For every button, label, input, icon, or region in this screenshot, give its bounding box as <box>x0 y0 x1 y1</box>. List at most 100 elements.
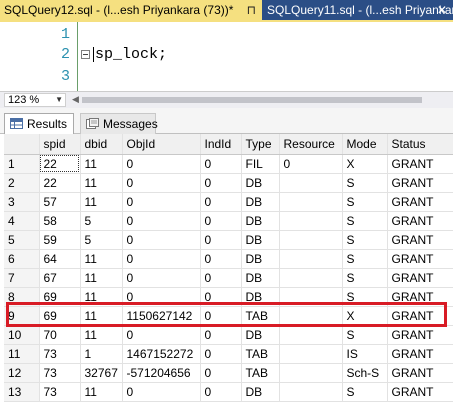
grid-cell[interactable]: 11 <box>80 382 123 402</box>
column-header-dbid[interactable]: dbid <box>80 134 123 155</box>
table-row[interactable]: 11 73 1 1467152272 0 TAB IS GRANT <box>4 344 453 364</box>
grid-cell[interactable]: 0 <box>122 192 201 212</box>
grid-cell[interactable]: 57 <box>39 192 81 212</box>
table-row[interactable]: 1 22 11 0 0 FIL 0 X GRANT <box>4 154 453 174</box>
grid-cell[interactable]: 0 <box>122 230 201 250</box>
grid-cell[interactable]: 73 <box>39 344 81 364</box>
grid-cell[interactable]: 0 <box>122 173 201 193</box>
grid-cell[interactable] <box>279 363 343 383</box>
table-row[interactable]: 13 73 11 0 0 DB S GRANT <box>4 382 453 402</box>
row-number[interactable]: 7 <box>4 268 40 288</box>
grid-cell[interactable]: 0 <box>122 211 201 231</box>
table-row[interactable]: 9 69 11 1150627142 0 TAB X GRANT <box>4 306 453 326</box>
grid-cell[interactable] <box>279 287 343 307</box>
grid-cell[interactable]: GRANT <box>387 249 453 269</box>
grid-cell[interactable]: DB <box>241 249 280 269</box>
grid-cell[interactable]: DB <box>241 173 280 193</box>
grid-cell[interactable]: IS <box>342 344 388 364</box>
grid-cell[interactable]: 67 <box>39 268 81 288</box>
row-number[interactable]: 4 <box>4 211 40 231</box>
grid-cell[interactable]: GRANT <box>387 306 453 326</box>
grid-cell[interactable]: 5 <box>80 230 123 250</box>
grid-cell[interactable]: 1467152272 <box>122 344 201 364</box>
grid-cell[interactable]: 0 <box>200 249 242 269</box>
grid-cell[interactable] <box>279 192 343 212</box>
grid-cell[interactable]: 0 <box>200 363 242 383</box>
table-row[interactable]: 4 58 5 0 0 DB S GRANT <box>4 211 453 231</box>
grid-cell[interactable]: GRANT <box>387 173 453 193</box>
table-row[interactable]: 10 70 11 0 0 DB S GRANT <box>4 325 453 345</box>
table-row[interactable]: 3 57 11 0 0 DB S GRANT <box>4 192 453 212</box>
column-header-type[interactable]: Type <box>241 134 280 155</box>
grid-cell[interactable]: X <box>342 306 388 326</box>
grid-cell[interactable]: 69 <box>39 306 81 326</box>
grid-cell[interactable]: S <box>342 325 388 345</box>
grid-cell[interactable] <box>279 249 343 269</box>
grid-cell[interactable]: 0 <box>122 382 201 402</box>
grid-cell[interactable]: GRANT <box>387 211 453 231</box>
grid-cell[interactable] <box>279 344 343 364</box>
grid-cell[interactable]: S <box>342 230 388 250</box>
row-number[interactable]: 10 <box>4 325 40 345</box>
grid-cell[interactable]: 11 <box>80 325 123 345</box>
tab-results[interactable]: Results <box>4 113 74 134</box>
grid-cell[interactable]: S <box>342 287 388 307</box>
close-icon[interactable]: ✕ <box>437 0 447 20</box>
grid-cell[interactable]: 59 <box>39 230 81 250</box>
grid-cell[interactable]: GRANT <box>387 287 453 307</box>
grid-cell[interactable]: 11 <box>80 249 123 269</box>
grid-cell[interactable]: 11 <box>80 192 123 212</box>
grid-cell[interactable]: GRANT <box>387 382 453 402</box>
grid-cell[interactable]: 0 <box>200 173 242 193</box>
corner-header[interactable] <box>4 134 40 155</box>
grid-cell[interactable]: 0 <box>200 325 242 345</box>
column-header-spid[interactable]: spid <box>39 134 81 155</box>
grid-cell[interactable]: DB <box>241 192 280 212</box>
grid-cell[interactable]: S <box>342 192 388 212</box>
grid-cell[interactable]: 73 <box>39 382 81 402</box>
row-number[interactable]: 6 <box>4 249 40 269</box>
grid-cell[interactable]: S <box>342 173 388 193</box>
grid-cell[interactable] <box>279 382 343 402</box>
scrollbar-thumb[interactable] <box>82 97 422 103</box>
table-row[interactable]: 6 64 11 0 0 DB S GRANT <box>4 249 453 269</box>
grid-cell[interactable]: 0 <box>200 382 242 402</box>
tab-messages[interactable]: Messages <box>80 113 158 134</box>
row-number[interactable]: 3 <box>4 192 40 212</box>
grid-cell[interactable]: 11 <box>80 173 123 193</box>
grid-cell[interactable]: -571204656 <box>122 363 201 383</box>
grid-cell[interactable]: TAB <box>241 306 280 326</box>
grid-cell[interactable]: 0 <box>200 154 242 174</box>
row-number[interactable]: 9 <box>4 306 40 326</box>
code-line[interactable]: sp_lock; <box>93 46 167 63</box>
grid-cell[interactable]: GRANT <box>387 192 453 212</box>
grid-cell[interactable]: 0 <box>200 306 242 326</box>
grid-cell[interactable]: 22 <box>39 173 81 193</box>
grid-cell[interactable]: 1 <box>80 344 123 364</box>
grid-cell[interactable]: 69 <box>39 287 81 307</box>
grid-cell[interactable]: GRANT <box>387 268 453 288</box>
grid-cell[interactable]: 0 <box>200 192 242 212</box>
column-header-objid[interactable]: ObjId <box>122 134 201 155</box>
grid-cell[interactable]: 70 <box>39 325 81 345</box>
grid-cell[interactable] <box>279 173 343 193</box>
tab-sqlquery11[interactable]: SQLQuery11.sql - (l...esh Priyankara ✕ <box>265 0 453 20</box>
row-number[interactable]: 11 <box>4 344 40 364</box>
grid-cell[interactable] <box>279 230 343 250</box>
grid-cell[interactable]: 0 <box>122 154 201 174</box>
grid-cell[interactable]: S <box>342 249 388 269</box>
grid-cell[interactable]: S <box>342 268 388 288</box>
row-number[interactable]: 8 <box>4 287 40 307</box>
grid-cell[interactable]: TAB <box>241 363 280 383</box>
grid-cell[interactable]: GRANT <box>387 363 453 383</box>
column-header-indid[interactable]: IndId <box>200 134 242 155</box>
horizontal-scrollbar[interactable]: ◀ <box>70 94 450 106</box>
pin-icon[interactable]: ⊓ <box>247 0 256 20</box>
grid-cell[interactable]: 0 <box>200 344 242 364</box>
grid-cell[interactable]: 11 <box>80 306 123 326</box>
grid-cell[interactable] <box>279 325 343 345</box>
grid-cell[interactable]: DB <box>241 230 280 250</box>
grid-cell[interactable]: 22 <box>39 154 81 174</box>
table-row[interactable]: 2 22 11 0 0 DB S GRANT <box>4 173 453 193</box>
row-number[interactable]: 13 <box>4 382 40 402</box>
